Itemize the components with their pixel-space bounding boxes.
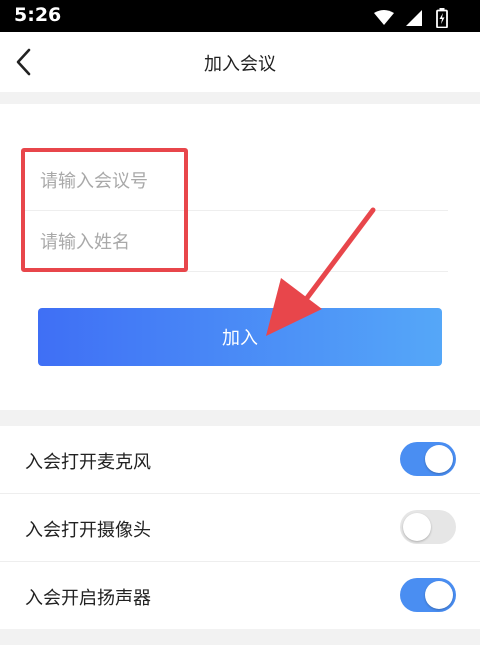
page-title: 加入会议 (204, 54, 276, 75)
wifi-icon (373, 9, 394, 25)
speaker-toggle[interactable] (400, 578, 456, 612)
setting-label: 入会打开摄像头 (25, 520, 151, 541)
top-nav-bar: 加入会议 (0, 32, 480, 92)
microphone-toggle[interactable] (400, 442, 456, 476)
toggle-knob (403, 513, 431, 541)
join-button[interactable]: 加入 (38, 308, 442, 366)
setting-label: 入会开启扬声器 (25, 588, 151, 609)
setting-row-microphone: 入会打开麦克风 (0, 426, 480, 494)
status-time: 5:26 (14, 4, 62, 26)
toggle-knob (425, 581, 453, 609)
name-input[interactable] (38, 223, 422, 261)
settings-list: 入会打开麦克风 入会打开摄像头 入会开启扬声器 (0, 426, 480, 629)
camera-toggle[interactable] (400, 510, 456, 544)
status-bar: 5:26 (0, 0, 480, 32)
status-icons (373, 7, 448, 28)
meeting-id-input[interactable] (38, 162, 422, 200)
meeting-id-row (24, 150, 448, 211)
setting-label: 入会打开麦克风 (25, 452, 151, 473)
name-row (24, 211, 448, 272)
setting-row-speaker: 入会开启扬声器 (0, 562, 480, 629)
section-divider (0, 629, 480, 645)
section-divider (0, 410, 480, 426)
toggle-knob (425, 445, 453, 473)
battery-charging-icon (436, 7, 448, 28)
section-divider (0, 92, 480, 104)
setting-row-camera: 入会打开摄像头 (0, 494, 480, 562)
cell-signal-icon (405, 9, 422, 26)
